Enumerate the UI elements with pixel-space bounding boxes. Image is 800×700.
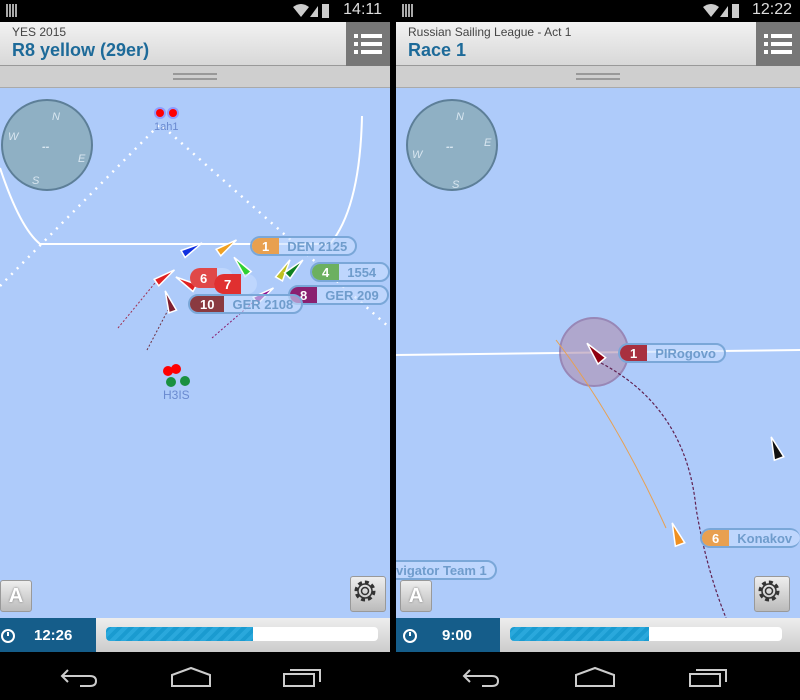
back-icon[interactable] [60, 666, 100, 688]
left-screen: 14:11 YES 2015 R8 yellow (29er) N E S W … [0, 0, 390, 700]
competitor-label[interactable]: 1 PIRogovo [618, 343, 726, 363]
compass-n: N [456, 111, 464, 123]
gear-icon [758, 580, 780, 602]
recents-icon[interactable] [282, 666, 322, 688]
time-slider-progress [106, 627, 253, 641]
race-clock: 12:26 [0, 618, 96, 652]
drawer-handle[interactable] [0, 66, 390, 88]
timeline: 12:26 [0, 618, 390, 652]
notification-icon [402, 4, 414, 17]
competitor-label[interactable]: 1 DEN 2125 [250, 236, 358, 256]
header: Russian Sailing League - Act 1 Race 1 [396, 22, 800, 66]
status-time: 14:11 [343, 1, 382, 18]
status-time: 12:22 [751, 1, 792, 18]
a-button[interactable]: A [400, 580, 432, 612]
race-title: Race 1 [408, 40, 467, 60]
gate-mark-label: H3IS [163, 388, 190, 402]
competitor-label[interactable]: 10 GER 2108 [188, 294, 304, 314]
competitor-label[interactable]: 8 GER 209 [288, 285, 389, 305]
status-bar: 14:11 [0, 0, 390, 22]
compass-w: W [8, 131, 20, 143]
competitor-label[interactable]: 4 1554 [310, 262, 390, 282]
right-screen: 12:22 Russian Sailing League - Act 1 Rac… [396, 0, 800, 700]
top-mark[interactable]: 1ah1 [154, 107, 179, 133]
compass-e: E [78, 153, 86, 165]
menu-button[interactable] [756, 22, 800, 66]
wind-value: -- [42, 141, 50, 153]
race-map[interactable]: N E S W -- 1ah1 H3IS 1 DEN 2125 4 1554 6… [0, 88, 390, 618]
race-title: R8 yellow (29er) [12, 40, 150, 60]
race-clock: 9:00 [396, 618, 500, 652]
competitor-label[interactable]: 7 [214, 274, 258, 294]
list-icon [354, 34, 382, 54]
stopwatch-icon [403, 629, 417, 643]
notification-icon [6, 4, 18, 17]
wind-value: -- [446, 141, 454, 153]
android-nav-bar [396, 652, 800, 700]
drawer-handle[interactable] [396, 66, 800, 88]
list-icon [764, 34, 792, 54]
stopwatch-icon [1, 629, 15, 643]
android-nav-bar [0, 652, 390, 700]
menu-button[interactable] [346, 22, 390, 66]
a-button[interactable]: A [0, 580, 32, 612]
gate-mark[interactable]: H3IS [163, 364, 190, 402]
back-icon[interactable] [462, 666, 502, 688]
timeline: 9:00 [396, 618, 800, 652]
race-map[interactable]: N E S W -- 1 PIRogovo 6 Konakov vigator Te… [396, 88, 800, 618]
home-icon[interactable] [170, 666, 212, 688]
competitor-label[interactable]: vigator Team 1 [396, 560, 497, 580]
settings-button[interactable] [350, 576, 386, 612]
gear-icon [354, 580, 376, 602]
compass-n: N [52, 111, 60, 123]
home-icon[interactable] [574, 666, 616, 688]
compass-e: E [484, 137, 492, 149]
time-slider-progress [510, 627, 649, 641]
header: YES 2015 R8 yellow (29er) [0, 22, 390, 66]
time-slider[interactable] [106, 627, 378, 641]
time-slider[interactable] [510, 627, 782, 641]
recents-icon[interactable] [688, 666, 728, 688]
wifi-signal-battery-icon [293, 4, 329, 18]
wifi-signal-battery-icon [703, 4, 739, 18]
event-name: YES 2015 [12, 25, 67, 39]
status-bar: 12:22 [396, 0, 800, 22]
competitor-label[interactable]: 6 Konakov [700, 528, 800, 548]
top-mark-label: 1ah1 [154, 121, 178, 133]
course-layer: N E S W -- 1ah1 H3IS [0, 99, 390, 402]
compass-w: W [412, 149, 424, 161]
compass-s: S [452, 179, 460, 191]
settings-button[interactable] [754, 576, 790, 612]
event-name: Russian Sailing League - Act 1 [408, 25, 572, 39]
compass-s: S [32, 175, 40, 187]
